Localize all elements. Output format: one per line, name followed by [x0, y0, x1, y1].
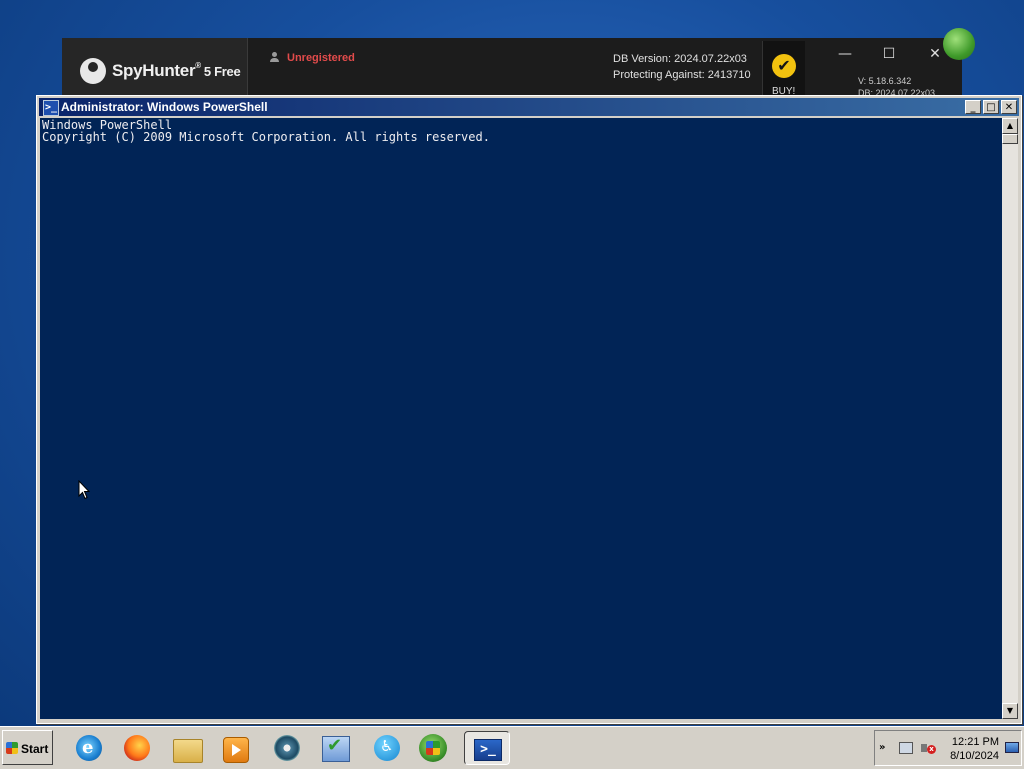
console-line: Copyright (C) 2009 Microsoft Corporation… — [42, 130, 490, 144]
check-glyph: ✔ — [327, 735, 343, 756]
accessibility-glyph: ♿ — [380, 737, 394, 755]
show-desktop-icon[interactable] — [1005, 742, 1019, 753]
green-orb-icon — [943, 28, 975, 60]
close-button[interactable]: ✕ — [1001, 100, 1017, 114]
scroll-up-button[interactable]: ▲ — [1002, 118, 1018, 134]
checkmark-icon: ✔ — [772, 54, 796, 78]
spyhunter-minimize-button[interactable]: — — [830, 46, 860, 66]
spyhunter-logo: SpyHunter® 5 Free — [62, 38, 248, 96]
spyhunter-edition: 5 Free — [203, 64, 241, 79]
spyhunter-maximize-button[interactable]: ☐ — [874, 46, 904, 66]
media-player-icon[interactable] — [218, 731, 252, 765]
scroll-down-button[interactable]: ▼ — [1002, 703, 1018, 719]
console-output[interactable]: Windows PowerShell Copyright (C) 2009 Mic… — [40, 118, 1002, 719]
windows-flag-icon — [6, 742, 18, 754]
clock[interactable]: 12:21 PM 8/10/2024 — [943, 735, 999, 763]
windows-orb-icon[interactable] — [416, 731, 450, 765]
accessibility-icon[interactable]: ♿ — [370, 731, 404, 765]
file-explorer-icon[interactable] — [170, 731, 204, 765]
powershell-icon: >_ — [43, 100, 59, 116]
mute-glyph: x — [927, 745, 936, 754]
system-tray: » x 12:21 PM 8/10/2024 — [874, 730, 1022, 766]
db-version-text: DB Version: 2024.07.22x03 — [613, 53, 747, 65]
maximize-button[interactable]: □ — [983, 100, 999, 114]
spyhunter-logo-icon — [80, 58, 106, 84]
start-button[interactable]: Start — [2, 730, 53, 765]
powershell-window[interactable]: >_ Administrator: Windows PowerShell _ □… — [36, 95, 1022, 724]
minimize-button[interactable]: _ — [965, 100, 981, 114]
mouse-cursor-icon — [78, 480, 90, 500]
spyhunter-name: SpyHunter — [112, 61, 196, 80]
clock-time: 12:21 PM — [951, 736, 999, 748]
powershell-title-bar[interactable]: >_ Administrator: Windows PowerShell _ □… — [39, 98, 1019, 116]
spyhunter-logo-text: SpyHunter® 5 Free — [112, 61, 241, 81]
vertical-scrollbar[interactable]: ▲ ▼ — [1002, 118, 1018, 719]
buy-button[interactable]: ✔ BUY! — [762, 41, 805, 97]
registration-status-label: Unregistered — [287, 52, 355, 64]
ie-glyph: e — [82, 737, 94, 758]
firefox-icon[interactable] — [120, 731, 154, 765]
clock-date: 8/10/2024 — [950, 750, 999, 762]
checklist-app-icon[interactable]: ✔ — [318, 731, 352, 765]
database-info: DB Version: 2024.07.22x03 Protecting Aga… — [613, 51, 751, 83]
registered-mark: ® — [195, 61, 201, 70]
app-version-text: V: 5.18.6.342 — [858, 76, 912, 86]
powershell-glyph: >_ — [474, 739, 502, 761]
start-label: Start — [21, 742, 49, 756]
taskbar: Start e ✔ ♿ >_ » x 12:21 PM 8/10/2024 — [0, 726, 1024, 769]
show-hidden-icons-icon[interactable]: » — [879, 742, 885, 753]
user-icon — [270, 52, 279, 62]
powershell-taskbar-icon[interactable]: >_ — [464, 731, 510, 765]
cd-burner-icon[interactable] — [270, 731, 304, 765]
spyhunter-window[interactable]: SpyHunter® 5 Free Unregistered DB Version… — [62, 38, 962, 98]
volume-muted-icon[interactable]: x — [921, 741, 936, 755]
protecting-against-text: Protecting Against: 2413710 — [613, 69, 751, 81]
internet-explorer-icon[interactable]: e — [72, 731, 106, 765]
window-title: Administrator: Windows PowerShell — [61, 100, 268, 114]
scroll-thumb[interactable] — [1002, 134, 1018, 144]
registration-status[interactable]: Unregistered — [270, 52, 355, 64]
network-icon[interactable] — [899, 742, 913, 754]
